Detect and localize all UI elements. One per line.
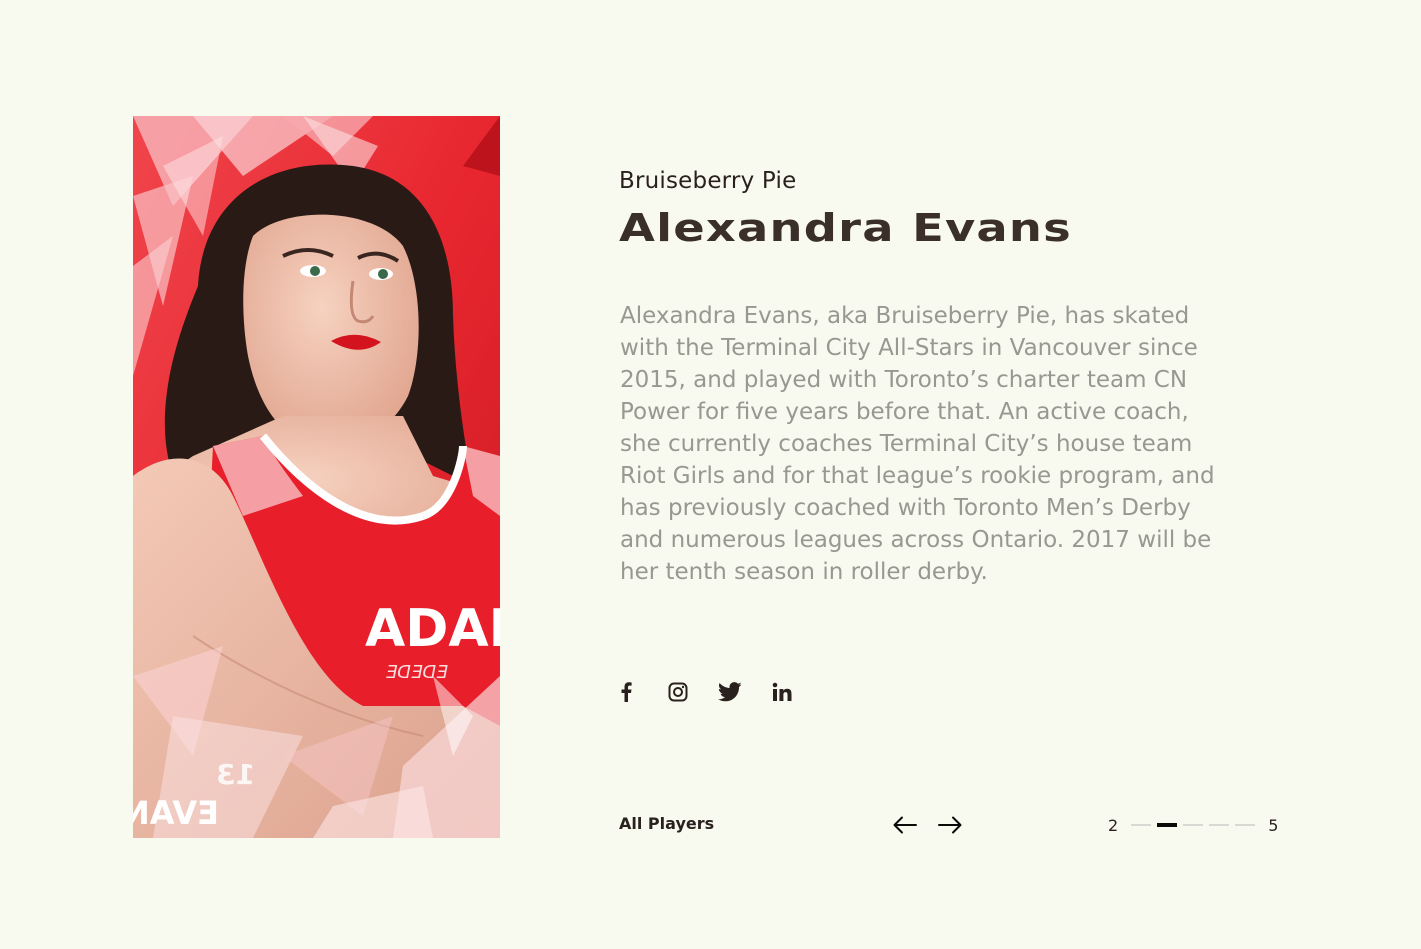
- instagram-icon: [668, 682, 688, 702]
- facebook-link[interactable]: [612, 677, 640, 707]
- arrow-left-icon: [893, 816, 917, 834]
- previous-player-button[interactable]: [890, 812, 920, 838]
- pagination-dash[interactable]: [1235, 824, 1256, 826]
- pagination-current: 2: [1108, 815, 1119, 835]
- pagination-dash[interactable]: [1183, 824, 1204, 826]
- arrow-right-icon: [938, 816, 962, 834]
- social-links: [612, 676, 820, 708]
- linkedin-icon: [772, 682, 792, 701]
- jersey-subtext: ƎᗡƎᗡƎ: [385, 662, 448, 683]
- pagination-dashes: [1131, 823, 1256, 827]
- player-name: Alexandra Evans: [619, 206, 1072, 250]
- pagination-dash[interactable]: [1209, 824, 1230, 826]
- twitter-link[interactable]: [716, 677, 744, 707]
- pagination: 2 5: [1108, 814, 1278, 836]
- corner-number: 13: [216, 758, 255, 791]
- player-profile-page: ADAN ƎᗡƎᗡƎ 13 EVAN Bruiseberry Pie Alexa…: [0, 0, 1421, 949]
- pagination-total: 5: [1268, 815, 1279, 835]
- twitter-icon: [718, 682, 742, 702]
- player-nickname: Bruiseberry Pie: [619, 168, 797, 194]
- next-player-button[interactable]: [935, 812, 965, 838]
- linkedin-link[interactable]: [768, 677, 796, 707]
- pagination-dash[interactable]: [1157, 823, 1178, 827]
- corner-name: EVAN: [133, 794, 219, 832]
- player-navigation: [890, 812, 980, 838]
- instagram-link[interactable]: [664, 677, 692, 707]
- player-photo: ADAN ƎᗡƎᗡƎ 13 EVAN: [133, 116, 500, 838]
- facebook-icon: [621, 682, 632, 702]
- player-bio: Alexandra Evans, aka Bruiseberry Pie, ha…: [620, 303, 1215, 585]
- pagination-dash[interactable]: [1131, 824, 1152, 826]
- jersey-text: ADAN: [365, 599, 500, 659]
- all-players-link[interactable]: All Players: [619, 814, 714, 833]
